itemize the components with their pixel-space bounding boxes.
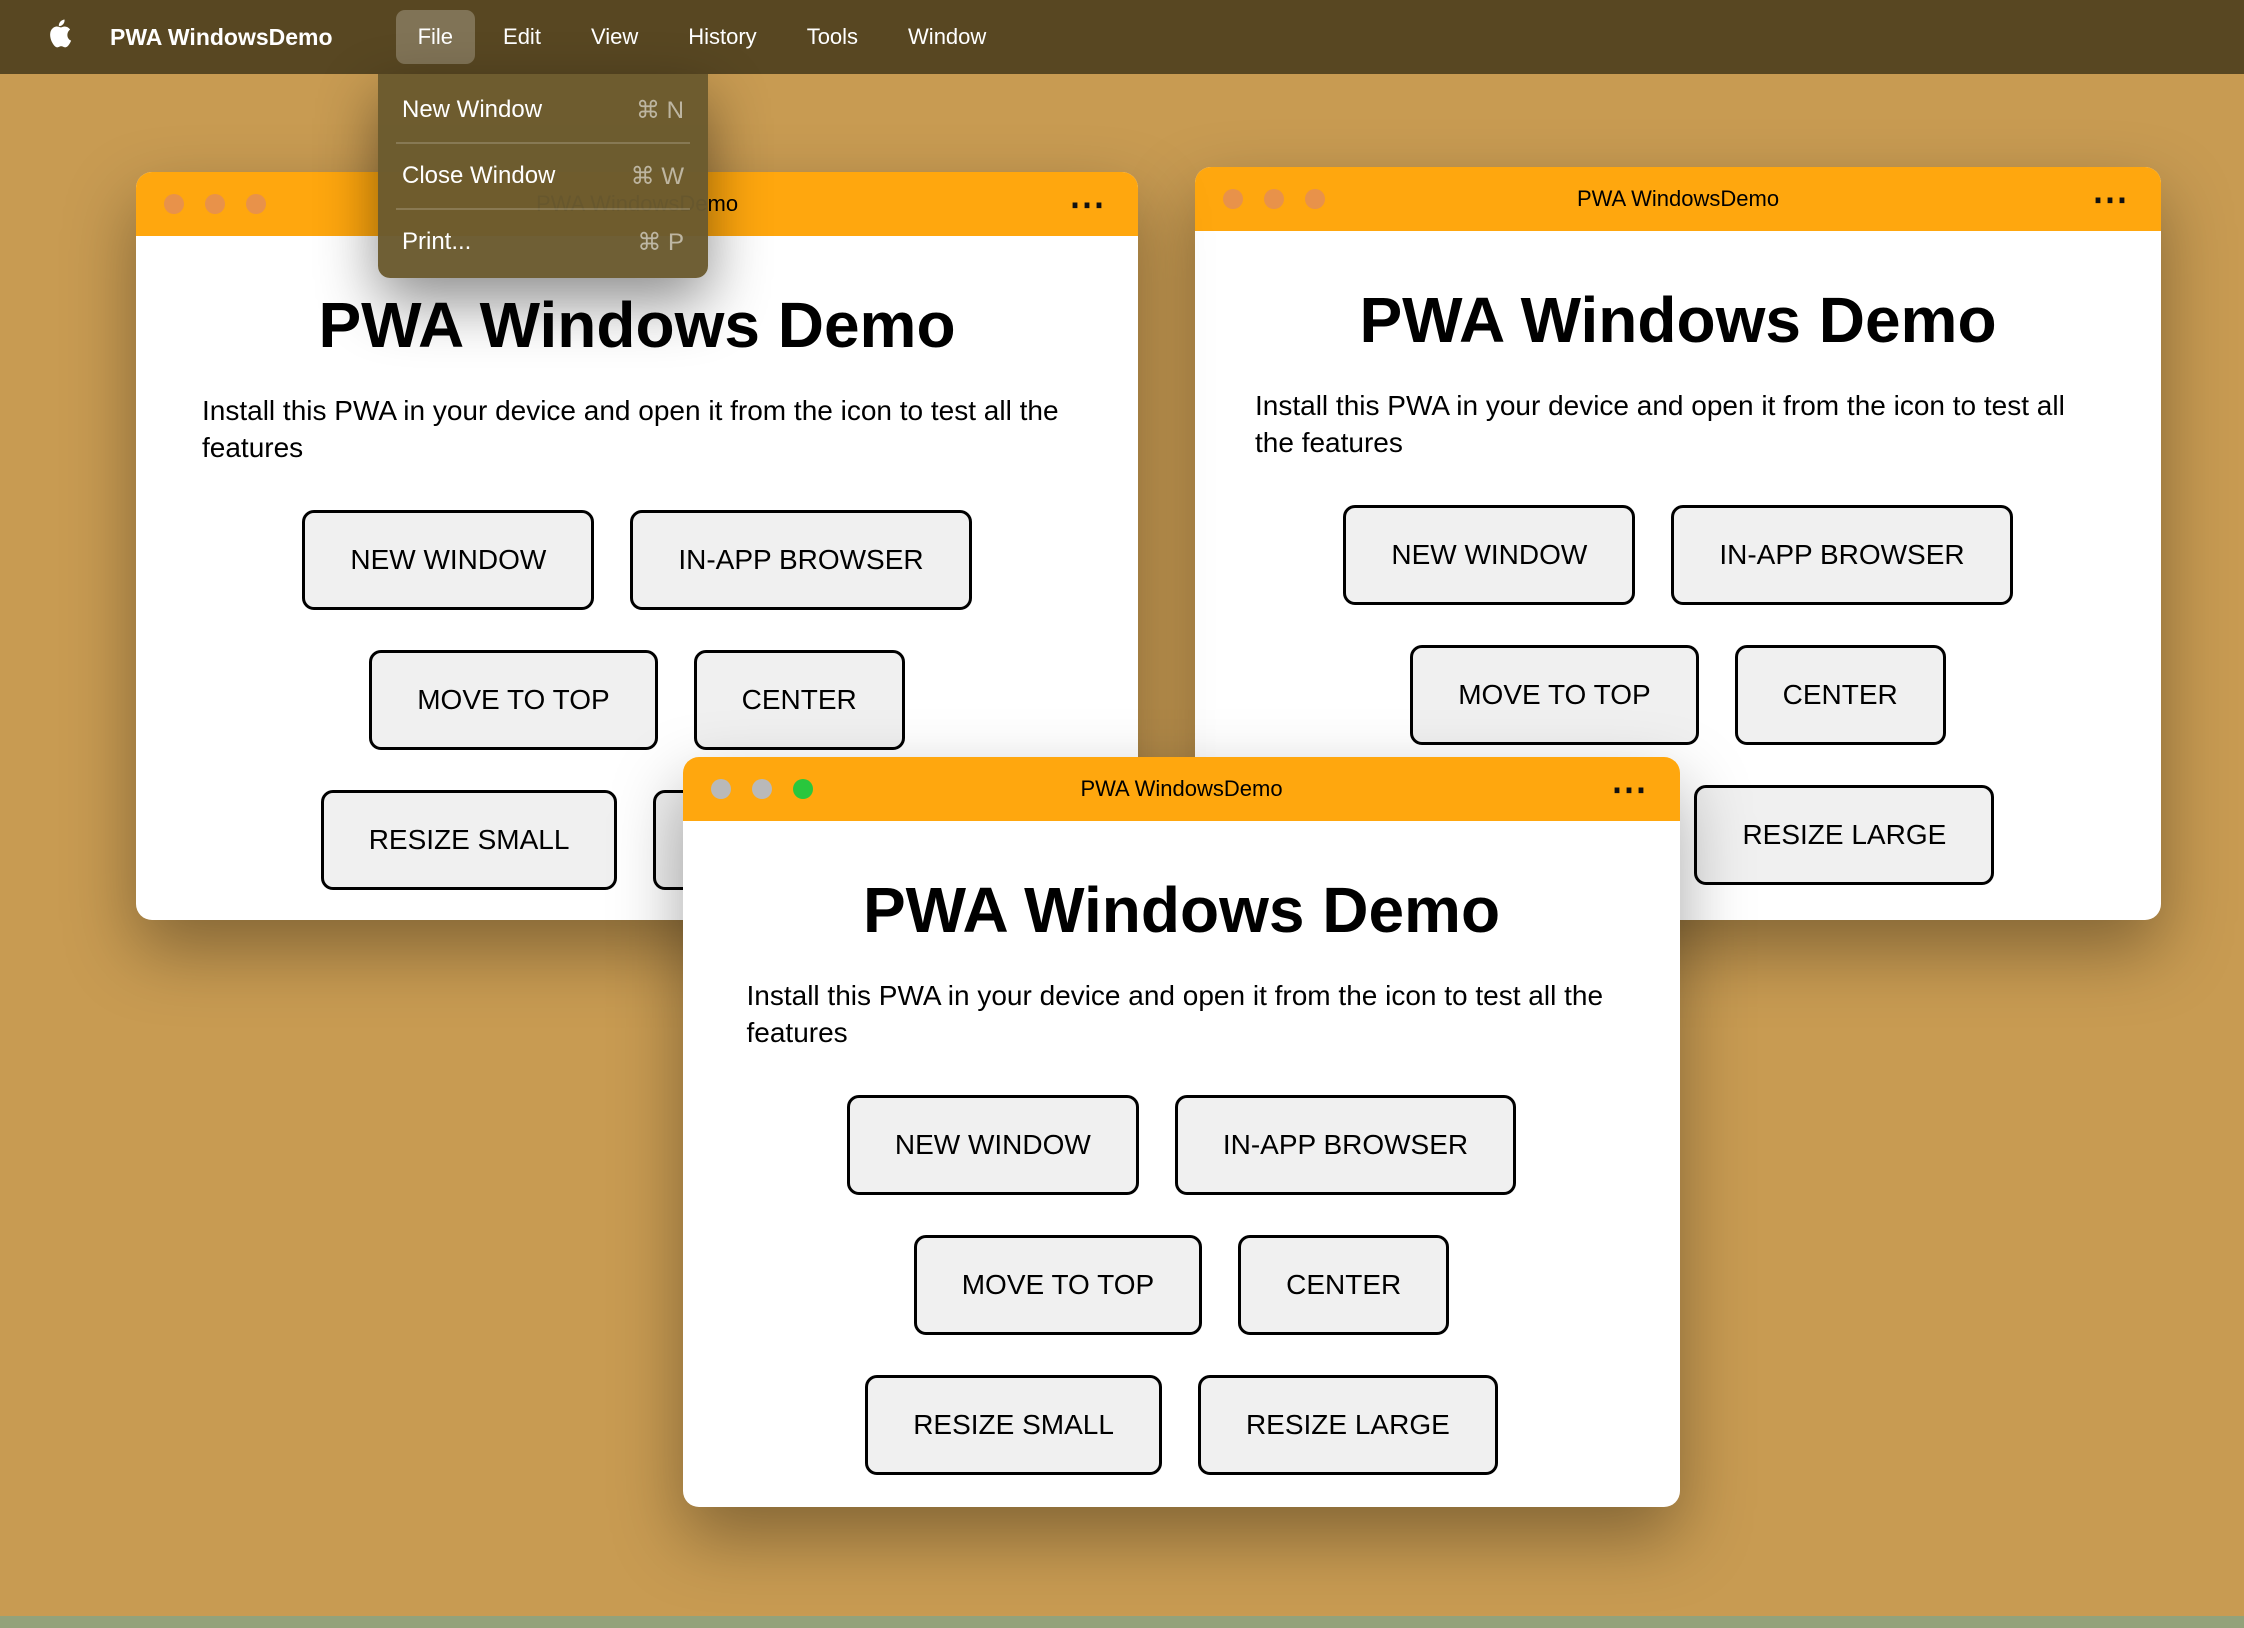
move-to-top-button[interactable]: MOVE TO TOP	[1410, 645, 1699, 745]
in-app-browser-button[interactable]: IN-APP BROWSER	[1671, 505, 2013, 605]
menu-separator	[396, 208, 690, 210]
new-window-button[interactable]: NEW WINDOW	[846, 1095, 1139, 1195]
button-row: MOVE TO TOP CENTER	[743, 1235, 1620, 1335]
zoom-button[interactable]	[246, 194, 266, 214]
menu-item-shortcut: ⌘ N	[636, 96, 684, 124]
menu-bar: PWA WindowsDemo File Edit View History T…	[0, 0, 2244, 74]
resize-small-button[interactable]: RESIZE SMALL	[865, 1375, 1162, 1475]
file-dropdown-menu: New Window ⌘ N Close Window ⌘ W Print...…	[378, 74, 708, 278]
close-button[interactable]	[711, 779, 731, 799]
button-row: MOVE TO TOP CENTER	[196, 650, 1078, 750]
window-titlebar[interactable]: PWA WindowsDemo ⋯	[1195, 167, 2161, 231]
window-title: PWA WindowsDemo	[1080, 776, 1283, 801]
menu-separator	[396, 142, 690, 144]
menu-item-new-window[interactable]: New Window ⌘ N	[378, 80, 708, 140]
menu-item-shortcut: ⌘ P	[637, 228, 684, 256]
in-app-browser-button[interactable]: IN-APP BROWSER	[630, 510, 972, 610]
traffic-lights	[164, 194, 266, 214]
new-window-button[interactable]: NEW WINDOW	[302, 510, 595, 610]
screen-bottom-edge	[0, 1616, 2244, 1628]
center-button[interactable]: CENTER	[1238, 1235, 1450, 1335]
close-button[interactable]	[1223, 189, 1243, 209]
resize-small-button[interactable]: RESIZE SMALL	[320, 790, 618, 890]
zoom-button[interactable]	[1305, 189, 1325, 209]
window-titlebar[interactable]: PWA WindowsDemo ⋯	[683, 757, 1680, 821]
menubar-item-edit[interactable]: Edit	[481, 10, 563, 64]
description-text: Install this PWA in your device and open…	[746, 980, 1604, 1048]
menu-item-label: Print...	[402, 228, 472, 255]
menubar-item-view[interactable]: View	[569, 10, 660, 64]
minimize-button[interactable]	[1264, 189, 1284, 209]
window-content: PWA Windows Demo Install this PWA in you…	[683, 821, 1680, 1475]
page-title: PWA Windows Demo	[862, 874, 1501, 946]
description-text: Install this PWA in your device and open…	[202, 395, 1059, 463]
button-row: NEW WINDOW IN-APP BROWSER	[743, 1095, 1620, 1195]
minimize-button[interactable]	[205, 194, 225, 214]
menu-item-label: Close Window	[402, 162, 556, 189]
button-row: NEW WINDOW IN-APP BROWSER	[1255, 505, 2101, 605]
center-button[interactable]: CENTER	[1734, 645, 1946, 745]
menubar-item-tools[interactable]: Tools	[785, 10, 880, 64]
button-row: RESIZE SMALL RESIZE LARGE	[743, 1375, 1620, 1475]
traffic-lights	[1223, 189, 1325, 209]
new-window-button[interactable]: NEW WINDOW	[1343, 505, 1636, 605]
menu-item-print[interactable]: Print... ⌘ P	[378, 212, 708, 272]
move-to-top-button[interactable]: MOVE TO TOP	[913, 1235, 1203, 1335]
move-to-top-button[interactable]: MOVE TO TOP	[369, 650, 658, 750]
page-title: PWA Windows Demo	[318, 289, 956, 361]
apple-menu[interactable]	[44, 17, 78, 57]
menubar-item-window[interactable]: Window	[886, 10, 1008, 64]
zoom-button[interactable]	[793, 779, 813, 799]
center-button[interactable]: CENTER	[693, 650, 905, 750]
window-title: PWA WindowsDemo	[1576, 186, 1780, 211]
close-button[interactable]	[164, 194, 184, 214]
resize-large-button[interactable]: RESIZE LARGE	[1694, 785, 1995, 885]
more-menu-icon[interactable]: ⋯	[1069, 172, 1108, 236]
menubar-item-history[interactable]: History	[666, 10, 778, 64]
pwa-window-front: PWA WindowsDemo ⋯ PWA Windows Demo Insta…	[683, 757, 1680, 1507]
page-title: PWA Windows Demo	[1359, 284, 1997, 356]
menubar-item-file[interactable]: File	[395, 10, 476, 64]
minimize-button[interactable]	[752, 779, 772, 799]
menu-item-close-window[interactable]: Close Window ⌘ W	[378, 146, 708, 206]
resize-large-button[interactable]: RESIZE LARGE	[1197, 1375, 1498, 1475]
menu-item-shortcut: ⌘ W	[630, 162, 684, 190]
menu-item-label: New Window	[402, 96, 543, 123]
in-app-browser-button[interactable]: IN-APP BROWSER	[1174, 1095, 1517, 1195]
description-text: Install this PWA in your device and open…	[1255, 390, 2065, 458]
button-row: MOVE TO TOP CENTER	[1255, 645, 2101, 745]
traffic-lights	[711, 779, 813, 799]
more-menu-icon[interactable]: ⋯	[1611, 757, 1650, 821]
more-menu-icon[interactable]: ⋯	[2092, 167, 2131, 231]
button-row: NEW WINDOW IN-APP BROWSER	[196, 510, 1078, 610]
apple-icon	[44, 17, 74, 58]
menubar-app-name: PWA WindowsDemo	[110, 23, 333, 50]
